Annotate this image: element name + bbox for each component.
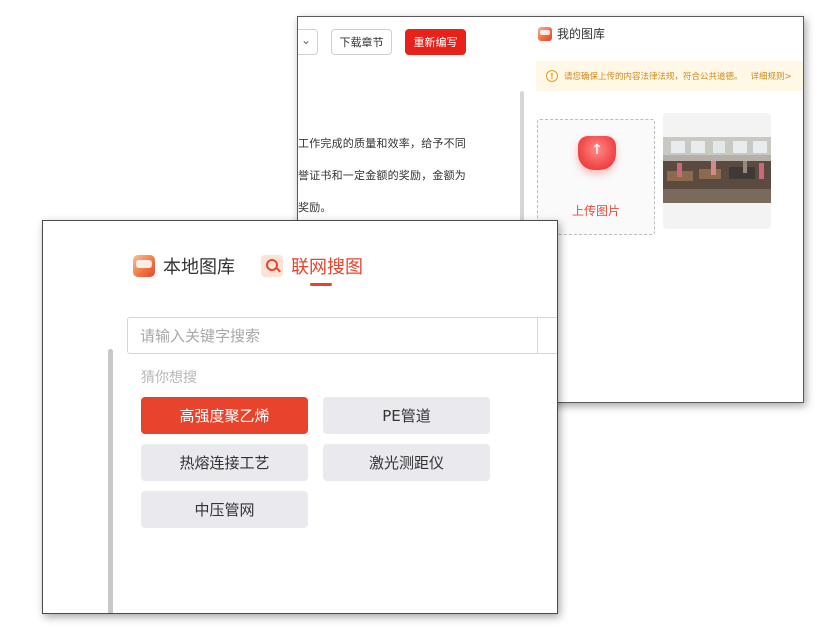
download-chapter-button[interactable]: 下载章节 (331, 29, 392, 55)
tab-label: 本地图库 (163, 257, 235, 278)
upload-label: 上传图片 (571, 204, 620, 218)
local-gallery-icon (133, 255, 155, 277)
gallery-logo-icon (538, 26, 552, 41)
suggestion-chip[interactable]: 热熔连接工艺 (141, 444, 308, 481)
suggestion-chip[interactable]: 激光测距仪 (323, 444, 490, 481)
keyword-search-input[interactable] (128, 318, 536, 353)
upload-icon (578, 136, 616, 170)
document-line: 誉证书和一定金额的奖励，金额为 (298, 169, 466, 182)
rewrite-button[interactable]: 重新编写 (405, 29, 466, 55)
panel-scrollbar[interactable] (108, 349, 113, 613)
document-line: 工作完成的质量和效率，给予不同 (298, 137, 466, 150)
image-picker-window: 本地图库 联网搜图 猜你想搜 高强度聚乙烯 PE管道 热熔连接工艺 激光测距仪 … (42, 220, 558, 614)
my-gallery-panel: 我的图库 ! 请您确保上传的内容法律法规，符合公共道德。 详细规则> 上传图片 (532, 17, 803, 402)
suggestion-chip[interactable]: 中压管网 (141, 491, 308, 528)
tab-local-gallery[interactable]: 本地图库 (133, 253, 235, 279)
active-tab-indicator (310, 283, 332, 286)
chapter-dropdown[interactable]: ⌄ (298, 29, 318, 55)
tab-online-search[interactable]: 联网搜图 (261, 253, 363, 286)
suggestion-chip[interactable]: PE管道 (323, 397, 490, 434)
document-content: 工作完成的质量和效率，给予不同 誉证书和一定金额的奖励，金额为 奖励。 (298, 135, 520, 231)
classroom-photo (663, 137, 771, 203)
gallery-image-thumbnail[interactable] (663, 113, 771, 229)
gallery-title: 我的图库 (557, 27, 606, 41)
tab-label: 联网搜图 (291, 257, 363, 278)
search-divider (537, 318, 538, 353)
notice-rules-link[interactable]: 详细规则> (751, 70, 792, 82)
notice-text: 请您确保上传的内容法律法规，符合公共道德。 (564, 72, 743, 82)
suggestion-chip[interactable]: 高强度聚乙烯 (141, 397, 308, 434)
upload-image-tile[interactable]: 上传图片 (537, 119, 655, 235)
search-box (127, 317, 557, 354)
suggestions-label: 猜你想搜 (141, 370, 197, 386)
legal-notice-banner: ! 请您确保上传的内容法律法规，符合公共道德。 详细规则> (536, 61, 803, 91)
source-tabs: 本地图库 联网搜图 (133, 253, 389, 286)
gallery-header: 我的图库 (538, 25, 605, 42)
search-icon (261, 255, 283, 277)
warning-icon: ! (546, 70, 558, 82)
editor-toolbar: ⌄ 下载章节 重新编写 (298, 17, 526, 69)
chevron-down-icon: ⌄ (300, 33, 311, 47)
